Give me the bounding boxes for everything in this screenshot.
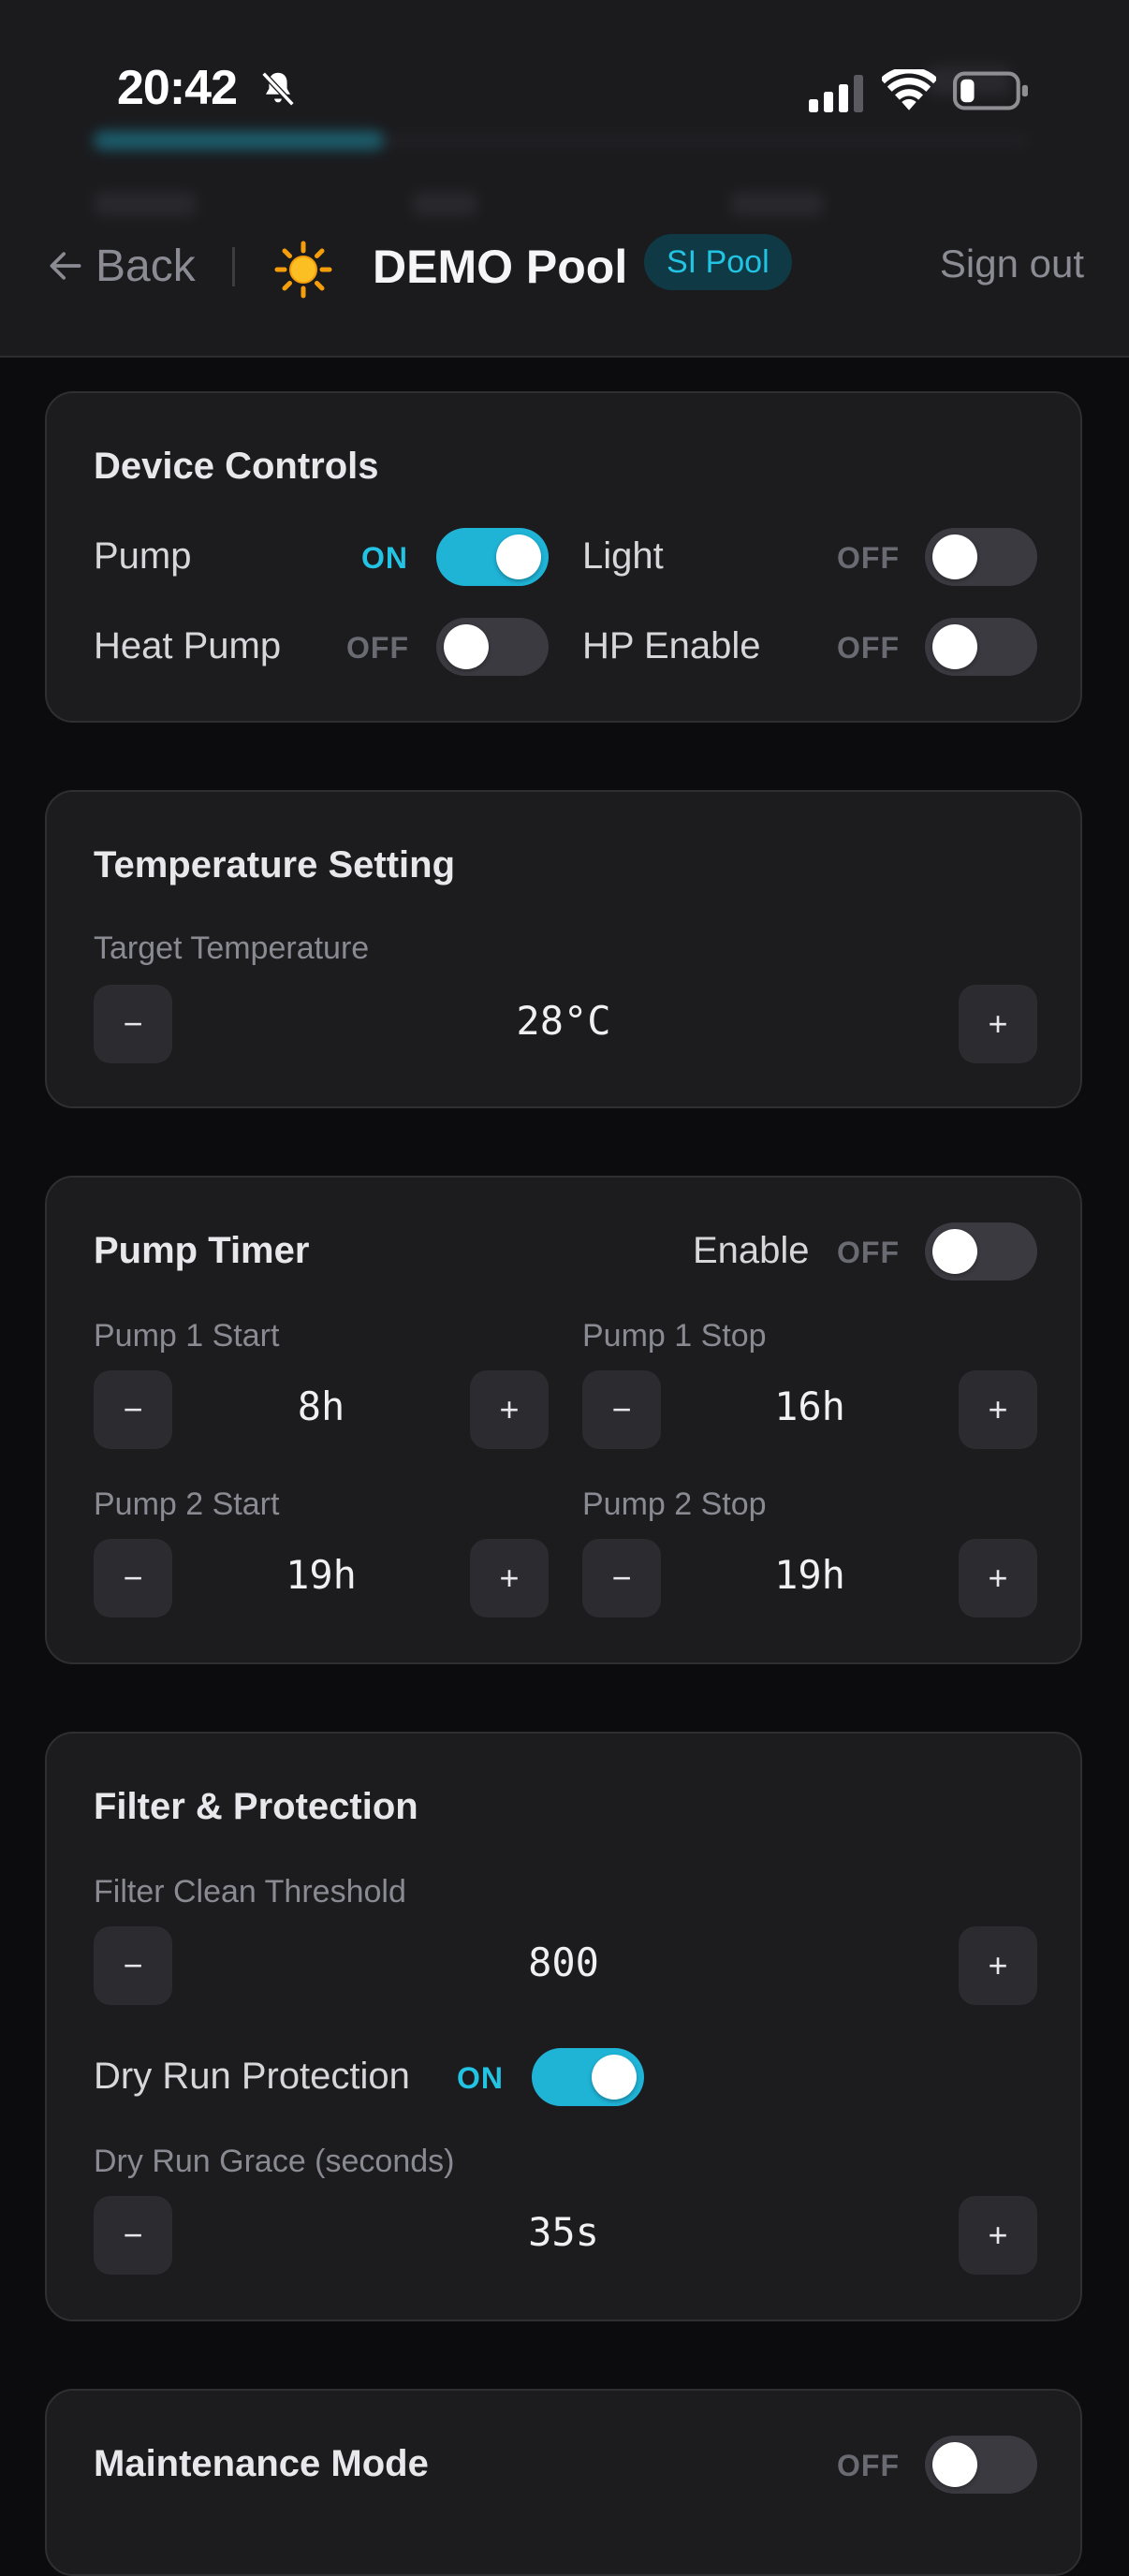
pump2-start-decrement-button[interactable]: − (94, 1539, 172, 1617)
target-temperature-label: Target Temperature (94, 930, 370, 966)
toggle-knob (932, 2442, 977, 2487)
pump2-stop-increment-button[interactable]: + (959, 1539, 1037, 1617)
temperature-increment-button[interactable]: + (959, 985, 1037, 1063)
top-header: 20:42 Back DEMO Pool SI Pool Sign out (0, 0, 1129, 358)
pool-title: DEMO Pool (373, 241, 628, 293)
pump1-start-decrement-button[interactable]: − (94, 1370, 172, 1449)
pump1-start-increment-button[interactable]: + (470, 1370, 549, 1449)
pump2-stop-label: Pump 2 Stop (582, 1486, 767, 1522)
hp-enable-state: OFF (837, 631, 900, 665)
back-label: Back (95, 241, 196, 291)
heat-pump-toggle[interactable] (436, 618, 549, 676)
dry-run-grace-label: Dry Run Grace (seconds) (94, 2144, 455, 2179)
heat-pump-state: OFF (346, 631, 409, 665)
threshold-increment-button[interactable]: + (959, 1926, 1037, 2005)
pump2-stop-decrement-button[interactable]: − (582, 1539, 661, 1617)
pump1-stop-value: 16h (774, 1383, 845, 1429)
blurred-text (730, 192, 824, 216)
blurred-progress-bar (94, 131, 384, 150)
status-time: 20:42 (117, 61, 238, 115)
timer-enable-state: OFF (837, 1236, 900, 1269)
arrow-left-icon (50, 252, 81, 280)
battery-icon (953, 71, 1028, 110)
card-title: Pump Timer (94, 1230, 310, 1271)
pump-state: ON (361, 541, 408, 575)
grace-decrement-button[interactable]: − (94, 2196, 172, 2275)
grace-increment-button[interactable]: + (959, 2196, 1037, 2275)
pump-toggle[interactable] (436, 528, 549, 586)
threshold-decrement-button[interactable]: − (94, 1926, 172, 2005)
light-label: Light (582, 535, 664, 577)
pump2-start-label: Pump 2 Start (94, 1486, 280, 1522)
blurred-text (412, 192, 477, 216)
pump1-stop-increment-button[interactable]: + (959, 1370, 1037, 1449)
pump1-stop-label: Pump 1 Stop (582, 1318, 767, 1354)
timer-enable-label: Enable (693, 1230, 810, 1271)
light-toggle[interactable] (925, 528, 1037, 586)
filter-protection-card: Filter & Protection Filter Clean Thresho… (45, 1732, 1082, 2321)
maintenance-toggle[interactable] (925, 2436, 1037, 2494)
pump2-start-increment-button[interactable]: + (470, 1539, 549, 1617)
toggle-knob (932, 1229, 977, 1274)
toggle-knob (592, 2055, 637, 2100)
divider (232, 247, 235, 286)
maintenance-card: Maintenance Mode OFF (45, 2389, 1082, 2576)
nav-row: Back DEMO Pool SI Pool Sign out (0, 234, 1129, 300)
temperature-value: 28°C (516, 998, 611, 1044)
device-controls-card: Device Controls Pump ON Light OFF Heat P… (45, 391, 1082, 723)
hp-enable-label: HP Enable (582, 625, 761, 666)
pump1-start-value: 8h (297, 1383, 345, 1429)
toggle-knob (444, 624, 489, 669)
threshold-value: 800 (528, 1939, 599, 1985)
pump1-start-label: Pump 1 Start (94, 1318, 280, 1354)
sun-icon (274, 241, 332, 299)
cellular-signal-icon (809, 75, 863, 112)
card-title: Device Controls (94, 446, 379, 487)
card-title: Temperature Setting (94, 844, 455, 886)
light-state: OFF (837, 541, 900, 575)
silent-bell-icon (261, 71, 295, 107)
card-title: Maintenance Mode (94, 2443, 429, 2484)
blurred-text (94, 192, 197, 216)
timer-enable-toggle[interactable] (925, 1222, 1037, 1281)
hp-enable-toggle[interactable] (925, 618, 1037, 676)
temperature-card: Temperature Setting Target Temperature −… (45, 790, 1082, 1108)
heat-pump-label: Heat Pump (94, 625, 282, 666)
toggle-knob (932, 534, 977, 579)
pump2-stop-value: 19h (774, 1552, 845, 1598)
dry-run-toggle[interactable] (532, 2048, 644, 2106)
temperature-decrement-button[interactable]: − (94, 985, 172, 1063)
dry-run-state: ON (457, 2061, 504, 2095)
grace-value: 35s (528, 2209, 599, 2255)
sign-out-button[interactable]: Sign out (940, 242, 1084, 286)
pump1-stop-decrement-button[interactable]: − (582, 1370, 661, 1449)
dry-run-label: Dry Run Protection (94, 2056, 410, 2097)
pump-label: Pump (94, 535, 192, 577)
pump2-start-value: 19h (286, 1552, 357, 1598)
toggle-knob (496, 534, 541, 579)
back-button[interactable]: Back (45, 238, 196, 294)
card-title: Filter & Protection (94, 1786, 418, 1827)
wifi-icon (882, 69, 936, 110)
pool-type-badge: SI Pool (644, 234, 792, 290)
toggle-knob (932, 624, 977, 669)
pump-timer-card: Pump Timer Enable OFF Pump 1 Start − 8h … (45, 1176, 1082, 1664)
filter-threshold-label: Filter Clean Threshold (94, 1874, 406, 1910)
